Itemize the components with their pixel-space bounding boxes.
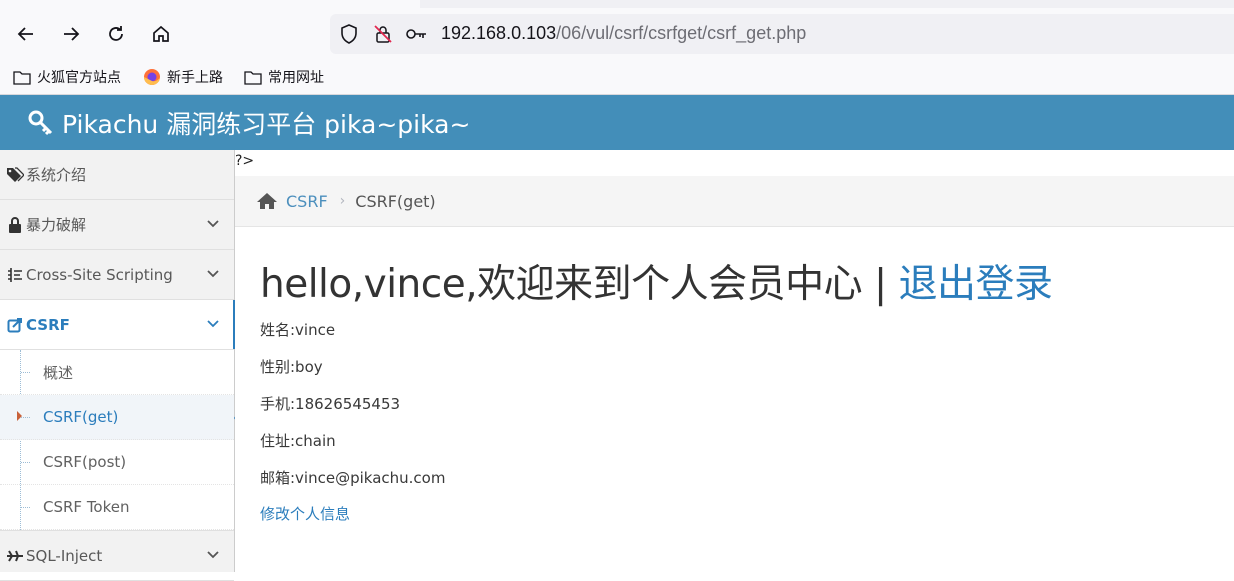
browser-toolbar: 192.168.0.103/06/vul/csrf/csrfget/csrf_g…: [0, 8, 1234, 60]
folder-icon: [244, 70, 262, 85]
app-title-text: Pikachu 漏洞练习平台 pika~pika~: [62, 110, 471, 139]
info-name: 姓名:vince: [260, 321, 336, 339]
stray-text: ?>: [235, 153, 255, 169]
lock-icon: [4, 216, 26, 233]
sidebar-item-label: Cross-Site Scripting: [26, 265, 173, 284]
tags-icon: [4, 166, 26, 183]
plane-icon: [4, 549, 26, 563]
edit-profile-link[interactable]: 修改个人信息: [260, 503, 1053, 524]
key-icon[interactable]: [406, 24, 428, 44]
bookmark-label: 常用网址: [268, 70, 324, 86]
home-icon: [153, 25, 169, 42]
logout-link[interactable]: 退出登录: [899, 262, 1054, 307]
submenu-item-overview[interactable]: 概述: [0, 350, 234, 395]
url-path: /06/vul/csrf/csrfget/csrf_get.php: [556, 23, 807, 43]
shield-icon[interactable]: [338, 24, 360, 44]
chevron-down-icon[interactable]: [206, 216, 220, 234]
member-info: 姓名:vince 性别:boy 手机:18626545453 住址:chain …: [260, 318, 1053, 503]
caret-right-icon: [17, 411, 22, 421]
chevron-down-icon[interactable]: [206, 547, 220, 565]
url-bar[interactable]: 192.168.0.103/06/vul/csrf/csrfget/csrf_g…: [330, 14, 1234, 54]
submenu-item-label: CSRF(post): [43, 453, 127, 471]
csrf-submenu: 概述 CSRF(get) CSRF(post) CSRF Token: [0, 350, 243, 531]
bookmarks-bar: 火狐官方站点 新手上路 常用网址: [0, 60, 1234, 94]
submenu-item-csrf-get[interactable]: CSRF(get): [0, 395, 243, 440]
app-header: Pikachu 漏洞练习平台 pika~pika~: [0, 94, 1234, 150]
sidebar-item-label: 系统介绍: [26, 166, 87, 184]
arrow-left-icon: [17, 27, 33, 41]
sidebar-item-csrf[interactable]: CSRF: [0, 300, 235, 350]
sidebar-item-brute-force[interactable]: 暴力破解: [0, 200, 234, 250]
chevron-right-icon: ›: [339, 193, 346, 209]
reload-icon: [109, 26, 123, 41]
bookmark-common-sites[interactable]: 常用网址: [244, 67, 324, 87]
back-button[interactable]: [12, 20, 40, 48]
bookmark-label: 新手上路: [167, 70, 223, 86]
reload-button[interactable]: [102, 20, 130, 48]
sidebar-item-label: 暴力破解: [26, 216, 87, 234]
member-panel: hello,vince,欢迎来到个人会员中心 | 退出登录 姓名:vince 性…: [260, 260, 1053, 524]
info-gender: 性别:boy: [260, 358, 323, 376]
submenu-item-label: CSRF(get): [43, 408, 119, 426]
firefox-icon: [144, 69, 160, 85]
app-title[interactable]: Pikachu 漏洞练习平台 pika~pika~: [28, 105, 470, 141]
external-edit-icon: [4, 317, 26, 333]
arrow-right-icon: [64, 27, 80, 41]
info-address: 住址:chain: [260, 432, 336, 450]
url-host: 192.168.0.103: [441, 23, 557, 43]
info-phone: 手机:18626545453: [260, 395, 401, 413]
sidebar-item-xss[interactable]: Cross-Site Scripting: [0, 250, 234, 300]
submenu-item-label: 概述: [43, 363, 74, 382]
sidebar-item-intro[interactable]: 系统介绍: [0, 150, 234, 200]
chevron-down-icon[interactable]: [206, 316, 220, 334]
main-content: ?> CSRF › CSRF(get) hello,vince,欢迎来到个人会员…: [235, 150, 1234, 572]
folder-icon: [13, 70, 31, 85]
forward-button[interactable]: [57, 20, 85, 48]
home-icon[interactable]: [256, 192, 278, 210]
key-icon: [28, 110, 53, 136]
bookmark-firefox-official[interactable]: 火狐官方站点: [13, 67, 121, 87]
url-text[interactable]: 192.168.0.103/06/vul/csrf/csrfget/csrf_g…: [441, 23, 806, 44]
list-icon: [4, 267, 26, 283]
breadcrumb-link[interactable]: CSRF: [286, 192, 328, 211]
sidebar-item-sql-inject[interactable]: SQL-Inject: [0, 531, 234, 581]
submenu-item-label: CSRF Token: [43, 498, 130, 516]
sidebar-item-label: SQL-Inject: [26, 546, 103, 565]
home-button[interactable]: [147, 20, 175, 48]
breadcrumb: CSRF › CSRF(get): [235, 176, 1234, 227]
welcome-text: hello,vince,欢迎来到个人会员中心 |: [260, 262, 899, 307]
submenu-item-csrf-post[interactable]: CSRF(post): [0, 440, 234, 485]
bookmark-label: 火狐官方站点: [37, 70, 121, 86]
insecure-lock-icon[interactable]: [372, 24, 394, 44]
breadcrumb-current: CSRF(get): [355, 191, 436, 211]
page-title: hello,vince,欢迎来到个人会员中心 | 退出登录: [260, 260, 1053, 310]
chevron-down-icon[interactable]: [206, 266, 220, 284]
sidebar: 系统介绍 暴力破解 Cross-Site Scripting CSRF 概述 C…: [0, 150, 243, 581]
sidebar-item-label: CSRF: [26, 315, 70, 334]
submenu-item-csrf-token[interactable]: CSRF Token: [0, 485, 234, 530]
browser-tab-strip: [0, 0, 1234, 8]
info-email: 邮箱:vince@pikachu.com: [260, 469, 446, 487]
active-tab[interactable]: [0, 0, 420, 8]
bookmark-getting-started[interactable]: 新手上路: [143, 67, 223, 87]
